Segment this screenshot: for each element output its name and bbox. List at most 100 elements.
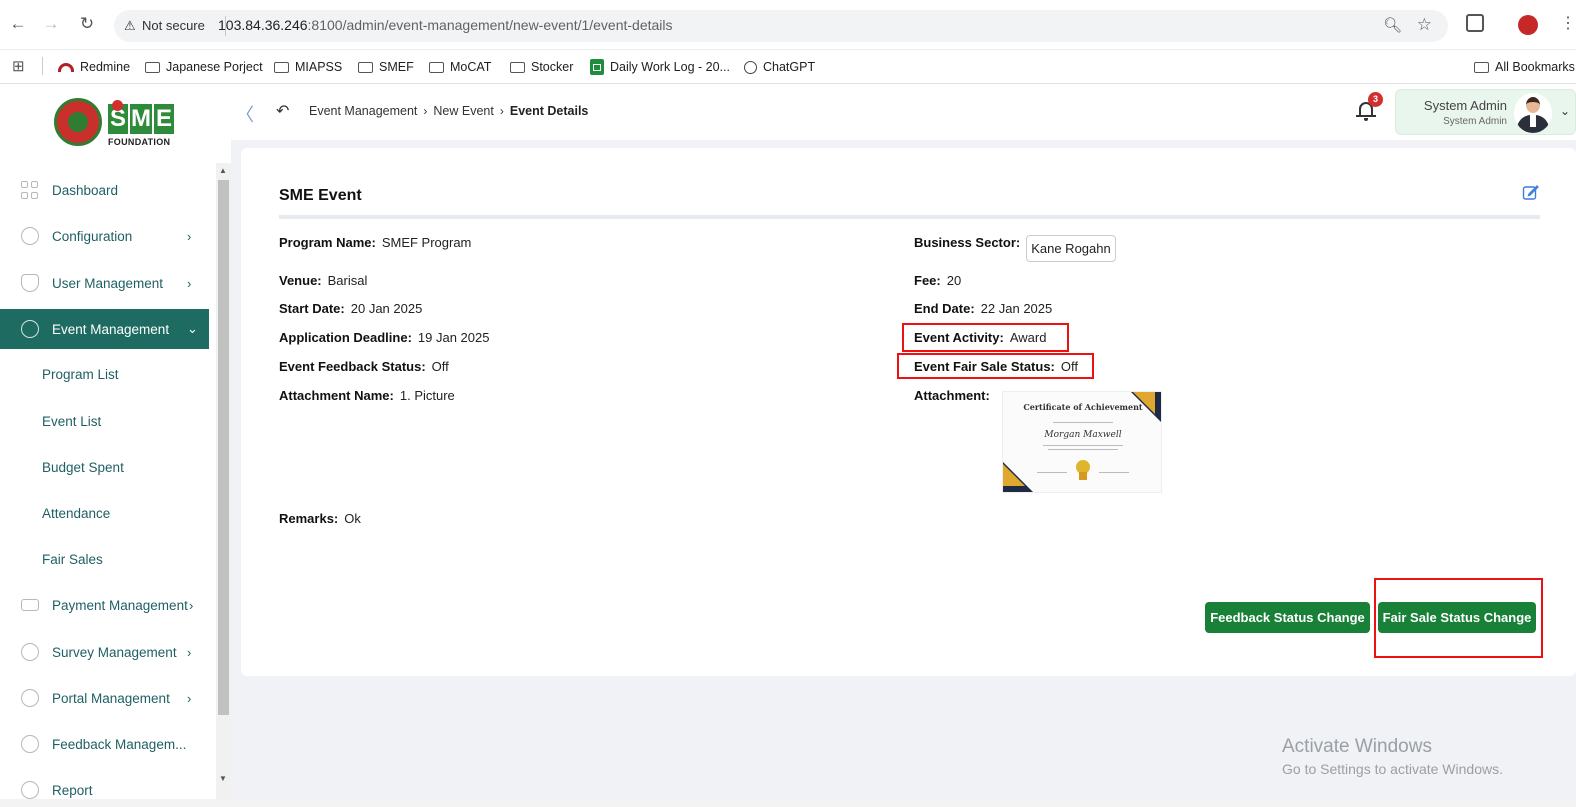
all-bookmarks[interactable]: All Bookmarks (1474, 56, 1575, 78)
edit-icon[interactable] (1522, 184, 1539, 201)
field-value: 19 Jan 2025 (417, 330, 490, 345)
certificate-text-line (1048, 449, 1118, 450)
business-sector-field: Business Sector: Kane Rogahn (914, 235, 1116, 262)
warning-icon[interactable]: ⚠ (124, 18, 136, 34)
certificate-text-line (1043, 445, 1123, 446)
bookmark-redmine[interactable]: Redmine (58, 56, 130, 78)
attachment-name-field: Attachment Name: 1. Picture (279, 388, 455, 403)
activate-windows-title: Activate Windows (1282, 736, 1432, 757)
signature-line (1099, 472, 1129, 473)
field-value: 22 Jan 2025 (980, 301, 1053, 316)
sidebar-subitem-event-list[interactable]: Event List (0, 401, 209, 441)
sidebar-item-label: Dashboard (52, 182, 119, 198)
bookmark-smef[interactable]: SMEF (358, 56, 414, 78)
apps-grid-icon[interactable]: ⊞ (12, 57, 25, 75)
forward-arrow-icon[interactable]: → (41, 14, 61, 34)
feedback-status-change-button[interactable]: Feedback Status Change (1205, 602, 1370, 633)
bookmarks-divider (42, 57, 43, 75)
menu-kebab-icon[interactable]: ⋮ (1560, 13, 1576, 33)
breadcrumb-event-management[interactable]: Event Management (309, 104, 417, 118)
bookmark-mocat[interactable]: MoCAT (429, 56, 491, 78)
sidebar-item-configuration[interactable]: Configuration › (0, 216, 209, 256)
sidebar-subitem-program-list[interactable]: Program List (0, 354, 209, 394)
address-bar[interactable]: ⚠ Not secure 103.84.36.246:8100/admin/ev… (114, 10, 1448, 42)
end-date-field: End Date: 22 Jan 2025 (914, 301, 1052, 316)
sidebar-subitem-label: Event List (42, 413, 102, 429)
sidebar-item-event-management[interactable]: Event Management ⌄ (0, 309, 209, 349)
dashboard-icon (21, 181, 39, 199)
sidebar-item-label: Survey Management (52, 644, 177, 660)
sidebar-scroll-thumb[interactable] (218, 180, 229, 715)
sidebar-item-report[interactable]: Report (0, 770, 209, 799)
folder-icon (1474, 61, 1489, 73)
field-label: Fee: (914, 273, 941, 288)
collapse-sidebar-icon[interactable]: 〈 (236, 101, 254, 127)
bottom-strip (0, 799, 1576, 807)
scroll-down-arrow-icon[interactable]: ▼ (219, 774, 227, 783)
extensions-icon[interactable] (1466, 14, 1484, 32)
page-title: SME Event (279, 187, 362, 204)
sidebar-item-dashboard[interactable]: Dashboard (0, 170, 209, 210)
chevron-down-icon: ⌄ (187, 321, 198, 336)
sidebar-subitem-fair-sales[interactable]: Fair Sales (0, 539, 209, 579)
url-text[interactable]: 103.84.36.246:8100/admin/event-managemen… (218, 17, 673, 33)
bookmark-miapss[interactable]: MIAPSS (274, 56, 342, 78)
chevron-right-icon: › (499, 104, 504, 118)
report-icon (21, 781, 39, 799)
certificate-ribbon-icon (1079, 472, 1087, 480)
sidebar-item-portal-management[interactable]: Portal Management › (0, 678, 209, 718)
program-name-field: Program Name: SMEF Program (279, 235, 471, 250)
scroll-up-arrow-icon[interactable]: ▲ (219, 166, 227, 175)
zoom-icon[interactable]: 🔍︎ (1383, 16, 1402, 34)
reload-icon[interactable]: ↻ (77, 14, 97, 34)
attachment-image[interactable]: Certificate of Achievement Morgan Maxwel… (1002, 391, 1162, 493)
bookmark-star-icon[interactable]: ☆ (1417, 15, 1432, 35)
sidebar-item-survey-management[interactable]: Survey Management › (0, 632, 209, 672)
application-deadline-field: Application Deadline: 19 Jan 2025 (279, 330, 489, 345)
business-sector-chip: Kane Rogahn (1026, 235, 1116, 262)
sidebar-subitem-budget-spent[interactable]: Budget Spent (0, 447, 209, 487)
sidebar-subitem-attendance[interactable]: Attendance (0, 493, 209, 533)
chevron-right-icon: › (187, 690, 192, 706)
sidebar-item-user-management[interactable]: User Management › (0, 263, 209, 303)
bookmark-stocker[interactable]: Stocker (510, 56, 573, 78)
redmine-icon (58, 62, 74, 72)
sidebar-subitem-label: Fair Sales (42, 551, 103, 567)
logo-letter-e: E (154, 104, 174, 134)
bookmark-daily-work-log[interactable]: Daily Work Log - 20... (590, 56, 730, 78)
breadcrumb-new-event[interactable]: New Event (433, 104, 493, 118)
title-divider (279, 215, 1540, 219)
government-seal-logo (54, 98, 102, 146)
payment-icon (21, 599, 39, 611)
profile-avatar[interactable] (1518, 15, 1538, 35)
feedback-status-field: Event Feedback Status: Off (279, 359, 449, 374)
sidebar-item-feedback-management[interactable]: Feedback Managem... (0, 724, 209, 764)
field-label: Business Sector: (914, 235, 1021, 250)
certificate-title: Certificate of Achievement (1023, 402, 1143, 412)
back-arrow-icon[interactable]: ← (8, 14, 28, 34)
sidebar-item-payment-management[interactable]: Payment Management › (0, 585, 209, 625)
field-value: SMEF Program (381, 235, 472, 250)
logo-dot (112, 100, 123, 111)
sidebar-item-label: Event Management (52, 321, 170, 337)
chevron-down-icon[interactable]: ⌄ (1560, 104, 1570, 118)
bookmark-label: SMEF (379, 60, 414, 74)
logo-foundation-text: FOUNDATION (108, 137, 171, 147)
bookmark-japanese-porject[interactable]: Japanese Porject (145, 56, 263, 78)
bookmark-chatgpt[interactable]: ChatGPT (744, 56, 815, 78)
sidebar: Dashboard Configuration › User Managemen… (0, 163, 216, 799)
sidebar-subitem-label: Attendance (42, 505, 111, 521)
user-menu[interactable]: System Admin System Admin ⌄ (1395, 89, 1576, 135)
feedback-icon (21, 735, 39, 753)
portal-icon (21, 689, 39, 707)
sidebar-item-label: Report (52, 782, 93, 798)
bookmark-label: Daily Work Log - 20... (610, 60, 730, 74)
remarks-field: Remarks: Ok (279, 511, 361, 526)
all-bookmarks-label: All Bookmarks (1495, 60, 1575, 74)
security-label[interactable]: Not secure (142, 18, 205, 33)
back-icon[interactable]: ↶ (276, 101, 289, 121)
browser-toolbar: ← → ↻ ⚠ Not secure 103.84.36.246:8100/ad… (0, 0, 1576, 50)
fair-sale-status-change-button[interactable]: Fair Sale Status Change (1378, 602, 1536, 633)
highlight-fair-sale-status (897, 353, 1094, 379)
shield-icon (21, 274, 39, 292)
